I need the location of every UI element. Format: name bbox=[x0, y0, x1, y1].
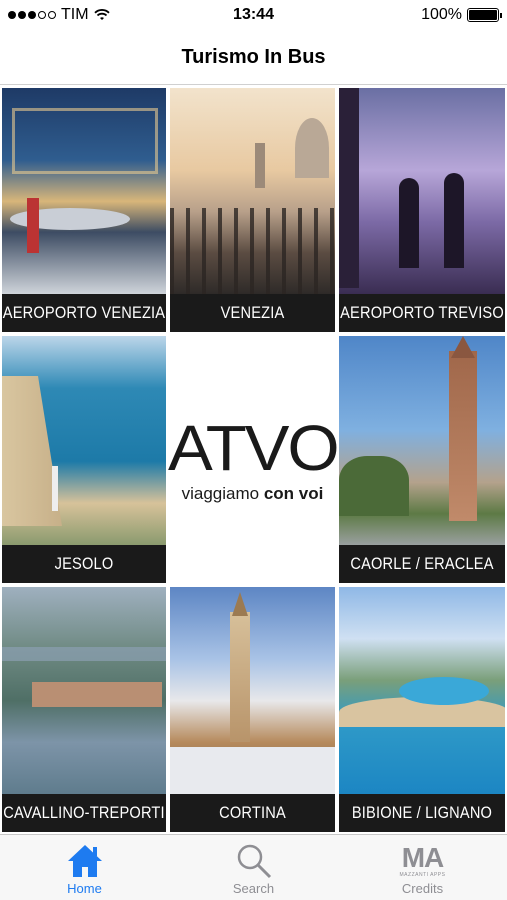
destination-grid: AEROPORTO VENEZIA VENEZIA AEROPORTO TREV… bbox=[0, 86, 507, 834]
tab-label: Home bbox=[67, 881, 102, 896]
cavallino-treporti-image bbox=[2, 587, 166, 794]
battery-icon bbox=[467, 8, 502, 22]
battery-group: 100% bbox=[421, 6, 502, 24]
carrier-name: TIM bbox=[61, 6, 89, 23]
venezia-image bbox=[170, 88, 335, 298]
tile-venezia[interactable]: VENEZIA bbox=[168, 86, 337, 334]
search-icon bbox=[234, 841, 274, 881]
tile-bibione-lignano[interactable]: BIBIONE / LIGNANO bbox=[337, 585, 507, 834]
logo-wordmark: ATVO bbox=[167, 411, 340, 484]
wifi-icon bbox=[93, 9, 110, 20]
tab-label: Credits bbox=[401, 881, 444, 896]
logo-tagline: viaggiamo con voi bbox=[181, 483, 324, 503]
carrier-group: TIM bbox=[8, 6, 110, 24]
aeroporto-treviso-image bbox=[339, 88, 505, 294]
tab-label: Search bbox=[232, 881, 275, 896]
tile-label: BIBIONE / LIGNANO bbox=[350, 794, 494, 832]
tile-label: AEROPORTO VENEZIA bbox=[3, 294, 165, 332]
tile-jesolo[interactable]: JESOLO bbox=[0, 334, 168, 585]
caorle-eraclea-image bbox=[339, 336, 505, 545]
tile-aeroporto-treviso[interactable]: AEROPORTO TREVISO bbox=[337, 86, 507, 334]
status-time: 13:44 bbox=[233, 6, 274, 23]
tile-aeroporto-venezia[interactable]: AEROPORTO VENEZIA bbox=[0, 86, 168, 334]
jesolo-image bbox=[2, 336, 166, 545]
tile-label: AEROPORTO TREVISO bbox=[340, 294, 504, 332]
atvo-logo: ATVO viaggiamo con voi bbox=[167, 334, 340, 585]
tab-bar: Home Search MA MAZZANTI APPS Credits bbox=[0, 834, 507, 900]
tab-search[interactable]: Search bbox=[169, 835, 338, 900]
signal-strength-icon bbox=[8, 11, 56, 19]
tab-credits[interactable]: MA MAZZANTI APPS Credits bbox=[338, 835, 507, 900]
cortina-image bbox=[170, 587, 335, 797]
tile-cavallino-treporti[interactable]: CAVALLINO-TREPORTI bbox=[0, 585, 168, 834]
mazzanti-apps-logo: MA MAZZANTI APPS bbox=[399, 842, 446, 879]
tile-label: CORTINA bbox=[181, 794, 324, 832]
status-bar: TIM 13:44 100% bbox=[0, 0, 507, 30]
home-icon bbox=[66, 841, 104, 881]
aeroporto-venezia-image bbox=[2, 88, 166, 294]
nav-bar: Turismo In Bus bbox=[0, 30, 507, 85]
tile-label: VENEZIA bbox=[181, 294, 324, 332]
tile-label: JESOLO bbox=[13, 545, 155, 583]
tile-cortina[interactable]: CORTINA bbox=[168, 585, 337, 834]
tile-caorle-eraclea[interactable]: CAORLE / ERACLEA bbox=[337, 334, 507, 585]
battery-percent: 100% bbox=[421, 6, 462, 23]
tab-home[interactable]: Home bbox=[0, 835, 169, 900]
page-title: Turismo In Bus bbox=[181, 45, 326, 68]
tile-label: CAVALLINO-TREPORTI bbox=[3, 794, 165, 832]
tile-label: CAORLE / ERACLEA bbox=[350, 545, 493, 583]
bibione-lignano-image bbox=[339, 587, 505, 794]
